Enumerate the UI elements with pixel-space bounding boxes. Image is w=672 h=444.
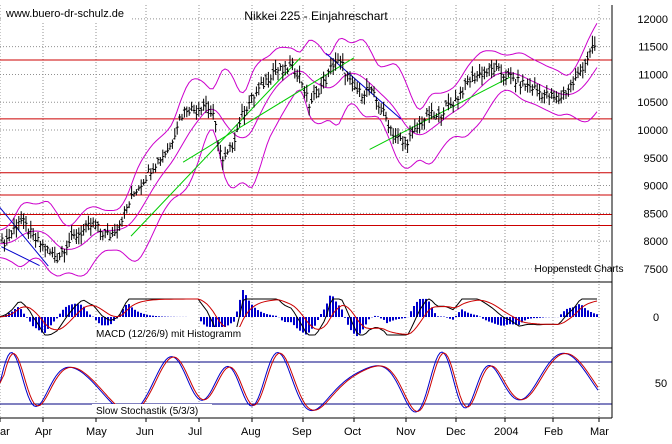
macd-label: MACD (12/26/9) mit Histogramm bbox=[96, 329, 241, 340]
chart-title: Nikkei 225 - Einjahreschart bbox=[244, 9, 388, 23]
x-tick-label: May bbox=[86, 426, 107, 438]
x-tick-label: Feb bbox=[544, 426, 563, 438]
credit-label: Hoppenstedt Charts bbox=[535, 264, 624, 275]
watermark: www.buero-dr-schulz.de bbox=[5, 8, 124, 20]
grid-layer bbox=[0, 5, 612, 418]
x-tick-label: 2004 bbox=[494, 426, 518, 438]
x-tick-label: Aug bbox=[241, 426, 261, 438]
y-tick-label: 9000 bbox=[644, 181, 668, 193]
y-tick-label: 11500 bbox=[638, 42, 668, 54]
x-tick-label: Dec bbox=[446, 426, 466, 438]
x-tick-label: Jun bbox=[136, 426, 154, 438]
stoch-tick-label: 50 bbox=[655, 378, 667, 390]
x-tick-label: Apr bbox=[35, 426, 52, 438]
macd-tick-label: 0 bbox=[653, 312, 659, 324]
y-tick-label: 10000 bbox=[637, 125, 668, 137]
y-tick-label: 10500 bbox=[637, 97, 668, 109]
x-tick-label: Oct bbox=[344, 426, 361, 438]
macd-panel bbox=[0, 290, 598, 337]
x-tick-label: Sep bbox=[292, 426, 312, 438]
bollinger-bands bbox=[0, 23, 598, 277]
y-tick-label: 8000 bbox=[644, 236, 668, 248]
lower-band bbox=[0, 89, 598, 277]
upper-band bbox=[0, 23, 598, 231]
y-tick-label: 8500 bbox=[644, 208, 668, 220]
y-tick-label: 9500 bbox=[644, 153, 668, 165]
x-tick-label: Jul bbox=[188, 426, 202, 438]
y-tick-label: 12000 bbox=[637, 14, 668, 26]
middle-band bbox=[0, 67, 598, 250]
stochastic-panel bbox=[0, 351, 612, 413]
stoch-label: Slow Stochastik (5/3/3) bbox=[96, 406, 198, 417]
x-tick-label: ar bbox=[0, 426, 10, 438]
y-tick-label: 11000 bbox=[638, 69, 668, 81]
x-tick-label: Nov bbox=[396, 426, 416, 438]
stoch-k-line bbox=[0, 351, 599, 413]
x-tick-label: Mar bbox=[590, 426, 609, 438]
chart-canvas: 7500 8000 8500 9000 9500 10000 10500 11000 11500… bbox=[0, 5, 668, 438]
trend-line bbox=[1, 246, 40, 267]
nikkei-chart: 7500 8000 8500 9000 9500 10000 10500 11000 11500… bbox=[0, 0, 672, 439]
price-bars bbox=[0, 35, 597, 264]
y-tick-label: 7500 bbox=[644, 264, 668, 276]
